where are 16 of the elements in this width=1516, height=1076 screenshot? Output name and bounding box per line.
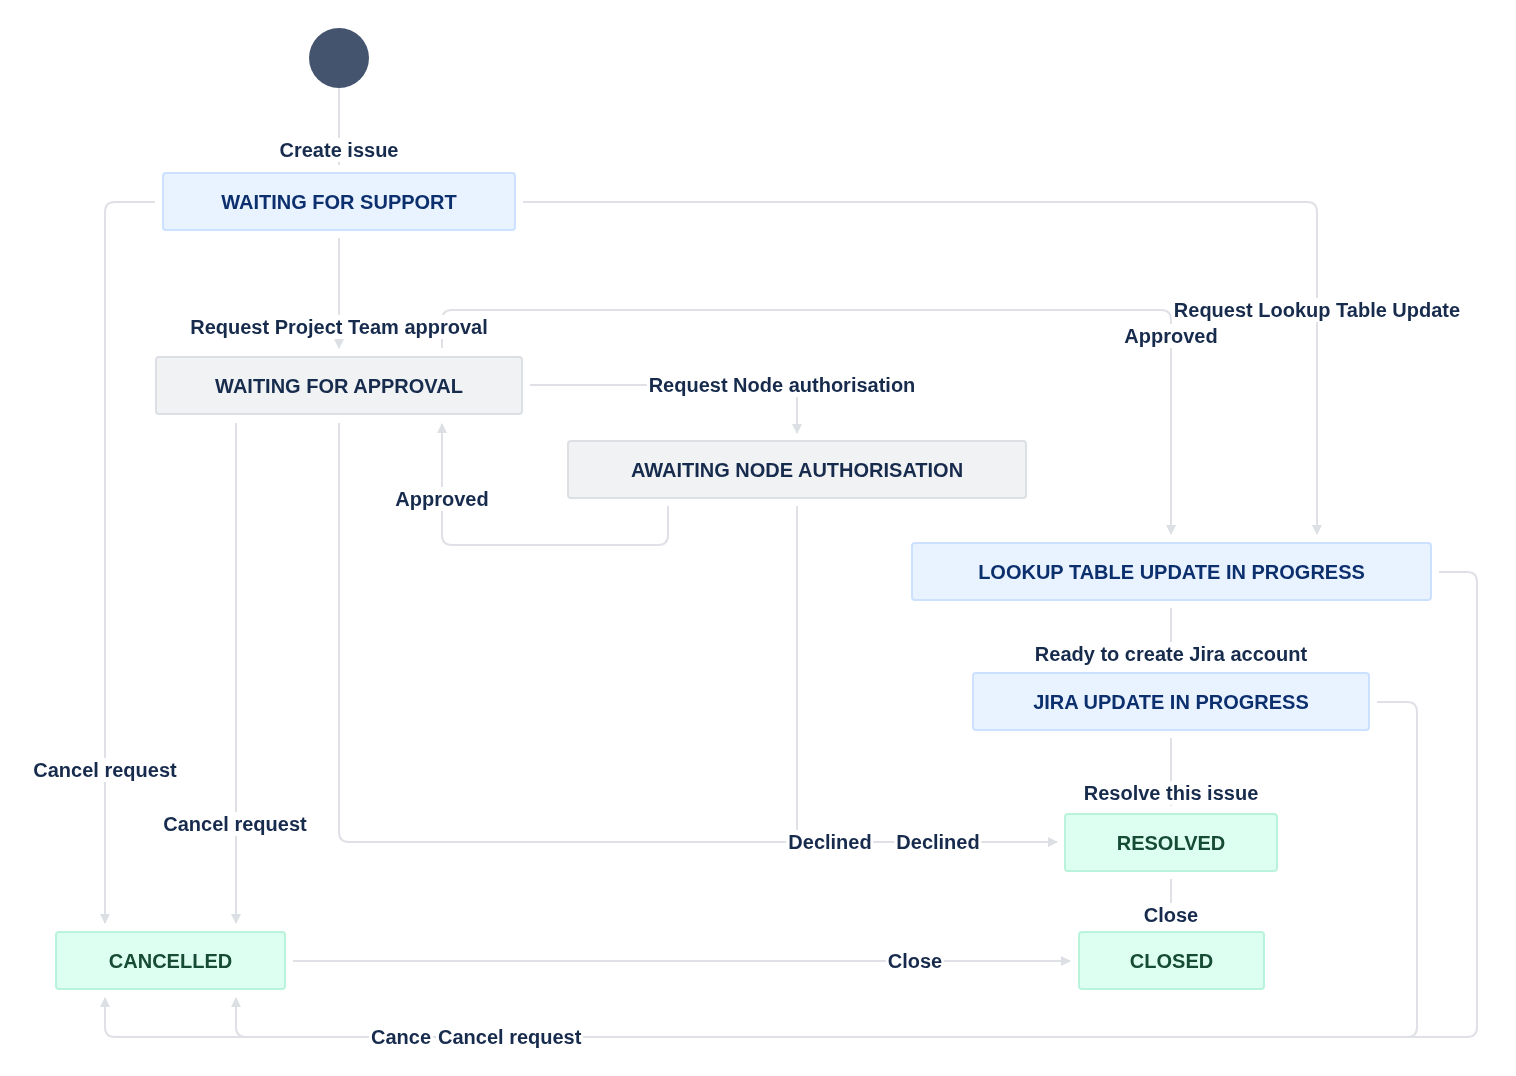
start-node — [309, 28, 369, 88]
transition-label: Create issue — [277, 138, 401, 162]
transition-label: Close — [1141, 903, 1201, 927]
status-node: LOOKUP TABLE UPDATE IN PROGRESS — [911, 542, 1432, 601]
status-node: AWAITING NODE AUTHORISATION — [567, 440, 1027, 499]
status-node: WAITING FOR SUPPORT — [162, 172, 516, 231]
status-node: CANCELLED — [55, 931, 286, 990]
status-node: RESOLVED — [1064, 813, 1278, 872]
status-node: CLOSED — [1078, 931, 1265, 990]
status-node: JIRA UPDATE IN PROGRESS — [972, 672, 1370, 731]
transition-label: Approved — [1122, 324, 1220, 348]
status-node: WAITING FOR APPROVAL — [155, 356, 523, 415]
transition-label: Cancel request — [161, 812, 309, 836]
transition-label: Request Project Team approval — [188, 315, 490, 339]
transition-label: Approved — [393, 487, 491, 511]
transition-label: Cancel request — [31, 758, 179, 782]
